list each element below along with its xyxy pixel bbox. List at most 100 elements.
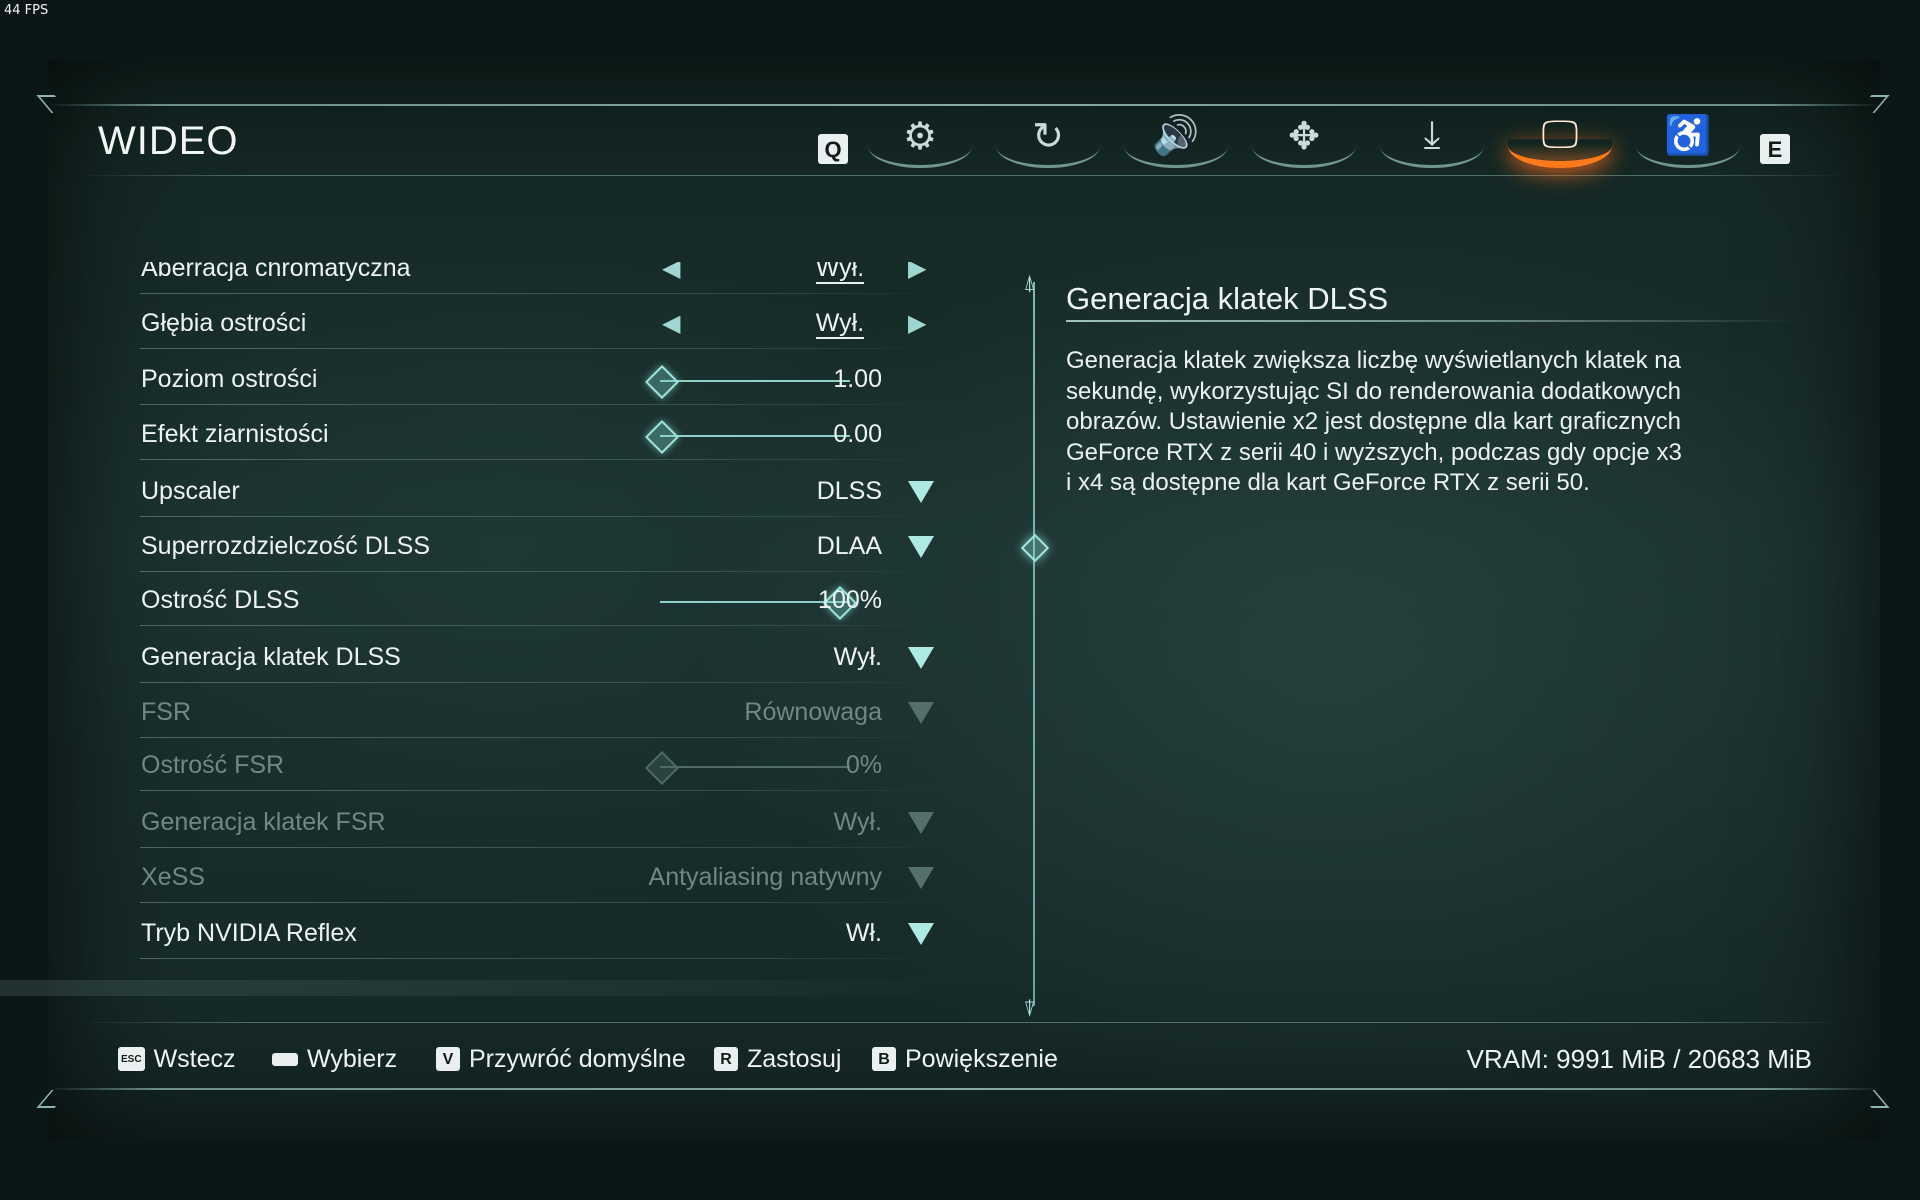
slider-track[interactable] (660, 435, 850, 437)
row-separator (140, 682, 940, 683)
key-hint-space-icon (272, 1052, 298, 1066)
slider-value: 0% (845, 751, 882, 779)
move-arrows-icon: ✥ (1288, 116, 1320, 158)
header-border (48, 104, 1880, 106)
setting-row-ostros-c-dlss[interactable]: Ostrość DLSS 100% (140, 574, 940, 626)
description-title: Generacja klatek DLSS (1066, 281, 1389, 316)
dropdown-arrow-icon[interactable] (908, 923, 934, 945)
description-body: Generacja klatek zwiększa liczbę wyświet… (1066, 347, 1682, 496)
footer-divider (76, 1022, 1846, 1023)
footer-control-zastosuj[interactable]: R Zastosuj (714, 1044, 841, 1074)
slider-knob[interactable] (645, 365, 679, 399)
tab-refresh[interactable]: ↻ (996, 112, 1100, 168)
row-separator (140, 293, 940, 294)
dropdown-value: Równowaga (744, 698, 882, 726)
slider-track[interactable] (660, 380, 850, 382)
gears-icon: ⚙ (902, 116, 938, 158)
footer-control-wstecz[interactable]: ESC Wstecz (118, 1044, 236, 1074)
setting-row-g-e-bia-ostros-ci[interactable]: Głębia ostrości ◀ Wył. ▶ (140, 297, 940, 349)
dropdown-value: DLAA (816, 532, 882, 560)
setting-row-efekt-ziarnistos-ci[interactable]: Efekt ziarnistości 0.00 (140, 408, 940, 460)
slider-knob (645, 751, 679, 785)
scrollbar-track[interactable] (1033, 282, 1035, 1006)
footer-control-label: Przywróć domyślne (469, 1044, 686, 1073)
dropdown-arrow-icon[interactable] (908, 536, 934, 558)
setting-row-upscaler[interactable]: Upscaler DLSS (140, 465, 940, 517)
arrow-left-icon[interactable]: ◀ (662, 262, 680, 283)
setting-label: Superrozdzielczość DLSS (141, 532, 431, 560)
tab-speaker[interactable]: 🔊 (1124, 112, 1228, 168)
row-separator (140, 790, 940, 791)
footer-control-przywro-c-domys-lne[interactable]: V Przywróć domyślne (436, 1044, 686, 1074)
accessibility-icon: ♿ (1664, 115, 1712, 157)
setting-label: Ostrość DLSS (141, 586, 300, 614)
arrow-right-icon[interactable]: ▶ (908, 262, 926, 283)
dropdown-value: Antyaliasing natywny (648, 863, 882, 891)
footer-control-label: Powiększenie (905, 1044, 1058, 1073)
tab-move-arrows[interactable]: ✥ (1252, 112, 1356, 168)
setting-label: Generacja klatek DLSS (141, 643, 401, 671)
setting-value-text: Wył. (815, 262, 865, 284)
setting-label: XeSS (141, 863, 205, 891)
setting-label: Tryb NVIDIA Reflex (141, 919, 357, 947)
key-hint-v-icon: V (436, 1047, 460, 1071)
tab-monitor[interactable]: 🖵 (1508, 112, 1612, 168)
row-separator (140, 516, 940, 517)
header-divider (76, 175, 1846, 176)
tab-gears[interactable]: ⚙ (868, 112, 972, 168)
setting-label: FSR (141, 698, 191, 726)
dropdown-value: Wył. (833, 808, 882, 836)
slider-value: 1.00 (833, 365, 882, 393)
description-divider (1066, 320, 1796, 322)
slider-track (660, 766, 850, 768)
setting-value-text: Wył. (815, 309, 865, 339)
setting-label: Głębia ostrości (141, 309, 307, 337)
footer-control-label: Wstecz (153, 1044, 236, 1073)
key-hint-b-icon: B (872, 1047, 896, 1071)
setting-row-poziom-ostros-ci[interactable]: Poziom ostrości 1.00 (140, 353, 940, 405)
row-separator (140, 902, 940, 903)
setting-row-generacja-klatek-dlss[interactable]: Generacja klatek DLSS Wył. (140, 631, 940, 683)
row-separator (140, 958, 940, 959)
dropdown-arrow-icon[interactable] (908, 481, 934, 503)
setting-row-superrozdzielczos-c-dlss[interactable]: Superrozdzielczość DLSS DLAA (140, 520, 940, 572)
section-title: KALIBRACJA OBRAZU (100, 990, 397, 998)
page-title: WIDEO (98, 119, 239, 163)
setting-value: Wył. (770, 309, 910, 339)
setting-label: Aberracja chromatyczna (141, 262, 411, 282)
row-separator (140, 847, 940, 848)
settings-list: Aberracja chromatyczna ◀ Wył. ▶ Głębia ostro… (140, 262, 940, 982)
setting-label: Poziom ostrości (141, 365, 318, 393)
vram-readout: VRAM: 9991 MiB / 20683 MiB (1466, 1044, 1812, 1074)
key-hint-esc-icon: ESC (118, 1047, 145, 1071)
slider-knob[interactable] (645, 420, 679, 454)
footer-control-label: Wybierz (307, 1044, 398, 1073)
refresh-icon: ↻ (1032, 116, 1064, 158)
row-separator (140, 737, 940, 738)
setting-row-aberracja-chromatyczna[interactable]: Aberracja chromatyczna ◀ Wył. ▶ (140, 262, 940, 294)
row-separator (140, 625, 940, 626)
tab-accessibility[interactable]: ♿ (1636, 112, 1740, 168)
slider-value: 100% (818, 586, 882, 614)
row-separator (140, 571, 940, 572)
dropdown-arrow-icon[interactable] (908, 647, 934, 669)
next-tab-key[interactable]: E (1760, 134, 1790, 164)
arrow-left-icon[interactable]: ◀ (662, 309, 680, 338)
scroll-down-cap-icon: ⍒ (1023, 996, 1037, 1021)
dropdown-value: Wył. (833, 643, 882, 671)
setting-row-tryb-nvidia-reflex[interactable]: Tryb NVIDIA Reflex Wł. (140, 907, 940, 959)
arrow-right-icon[interactable]: ▶ (908, 309, 926, 338)
footer-control-powie-kszenie[interactable]: B Powiększenie (872, 1044, 1058, 1074)
row-separator (140, 404, 940, 405)
setting-row-ostros-c-fsr: Ostrość FSR 0% (140, 739, 940, 791)
setting-label: Upscaler (141, 477, 240, 505)
tab-download[interactable]: ⤓ (1380, 112, 1484, 168)
footer-control-wybierz[interactable]: Wybierz (272, 1044, 397, 1074)
footer-border (48, 1088, 1880, 1090)
prev-tab-key[interactable]: Q (818, 134, 848, 164)
setting-row-generacja-klatek-fsr: Generacja klatek FSR Wył. (140, 796, 940, 848)
speaker-icon: 🔊 (1152, 115, 1200, 157)
dropdown-value: DLSS (816, 477, 882, 505)
setting-value: Wył. (770, 262, 910, 284)
footer-control-label: Zastosuj (747, 1044, 842, 1073)
